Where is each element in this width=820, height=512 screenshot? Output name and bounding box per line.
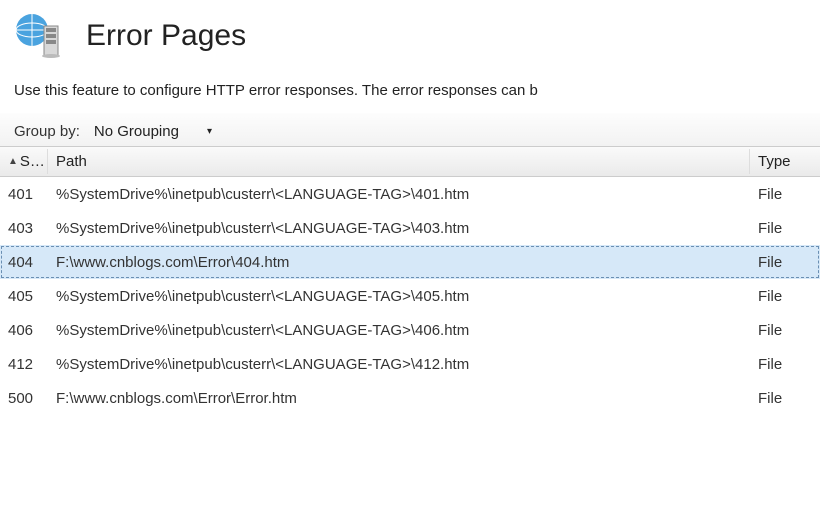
table-row[interactable]: 406%SystemDrive%\inetpub\custerr\<LANGUA…	[0, 313, 820, 347]
column-header-path[interactable]: Path	[48, 149, 750, 174]
table-row[interactable]: 403%SystemDrive%\inetpub\custerr\<LANGUA…	[0, 211, 820, 245]
page-description: Use this feature to configure HTTP error…	[0, 82, 820, 113]
column-header-type[interactable]: Type	[750, 149, 820, 174]
cell-status: 404	[0, 250, 48, 275]
column-label-status: S…	[20, 153, 45, 170]
cell-status: 500	[0, 386, 48, 411]
cell-path: %SystemDrive%\inetpub\custerr\<LANGUAGE-…	[48, 318, 750, 343]
cell-path: %SystemDrive%\inetpub\custerr\<LANGUAGE-…	[48, 284, 750, 309]
cell-status: 405	[0, 284, 48, 309]
cell-path: F:\www.cnblogs.com\Error\Error.htm	[48, 386, 750, 411]
group-by-label: Group by:	[14, 123, 80, 140]
page-title: Error Pages	[86, 19, 246, 53]
table-row[interactable]: 404F:\www.cnblogs.com\Error\404.htmFile	[0, 245, 820, 279]
cell-status: 412	[0, 352, 48, 377]
errorpages-icon	[10, 8, 66, 64]
cell-path: %SystemDrive%\inetpub\custerr\<LANGUAGE-…	[48, 216, 750, 241]
error-pages-table: ▲ S… Path Type 401%SystemDrive%\inetpub\…	[0, 147, 820, 415]
table-row[interactable]: 405%SystemDrive%\inetpub\custerr\<LANGUA…	[0, 279, 820, 313]
group-bar: Group by: No Grouping ▾	[0, 113, 820, 147]
column-header-status[interactable]: ▲ S…	[0, 149, 48, 174]
cell-path: %SystemDrive%\inetpub\custerr\<LANGUAGE-…	[48, 352, 750, 377]
page-header: Error Pages	[0, 0, 820, 82]
cell-path: %SystemDrive%\inetpub\custerr\<LANGUAGE-…	[48, 182, 750, 207]
cell-status: 403	[0, 216, 48, 241]
cell-type: File	[750, 318, 820, 343]
chevron-down-icon: ▾	[207, 126, 212, 137]
group-by-value: No Grouping	[94, 123, 179, 140]
cell-type: File	[750, 284, 820, 309]
table-header: ▲ S… Path Type	[0, 147, 820, 177]
cell-type: File	[750, 386, 820, 411]
cell-type: File	[750, 352, 820, 377]
table-row[interactable]: 500F:\www.cnblogs.com\Error\Error.htmFil…	[0, 381, 820, 415]
cell-status: 406	[0, 318, 48, 343]
cell-status: 401	[0, 182, 48, 207]
cell-path: F:\www.cnblogs.com\Error\404.htm	[48, 250, 750, 275]
cell-type: File	[750, 250, 820, 275]
cell-type: File	[750, 182, 820, 207]
cell-type: File	[750, 216, 820, 241]
table-row[interactable]: 401%SystemDrive%\inetpub\custerr\<LANGUA…	[0, 177, 820, 211]
sort-asc-icon: ▲	[8, 156, 18, 167]
table-row[interactable]: 412%SystemDrive%\inetpub\custerr\<LANGUA…	[0, 347, 820, 381]
group-by-select[interactable]: No Grouping ▾	[90, 123, 216, 140]
